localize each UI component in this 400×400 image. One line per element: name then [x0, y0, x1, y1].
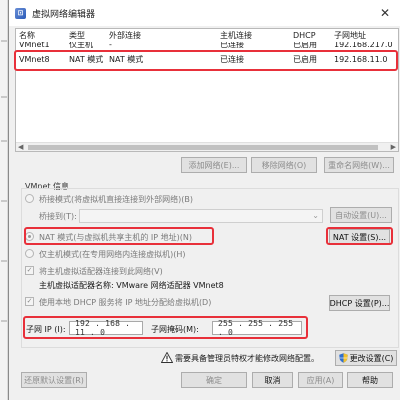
- bridged-to-select[interactable]: ⌄: [79, 209, 323, 223]
- row-external: -: [109, 42, 112, 49]
- uac-shield-icon: [338, 353, 348, 363]
- title-bar: ⊡ 虚拟网络编辑器 ✕: [9, 0, 400, 26]
- row-type: 仅主机: [69, 42, 93, 49]
- use-dhcp-checkbox[interactable]: ✓: [25, 297, 34, 306]
- column-header-type[interactable]: 类型: [69, 30, 85, 42]
- change-settings-label: 更改设置(C): [349, 353, 394, 363]
- scroll-right-icon[interactable]: ▶: [391, 143, 396, 151]
- network-table: 名称 类型 外部连接 主机连接 DHCP 子网地址 VMnet1 仅主机 - 已…: [15, 28, 399, 152]
- vmware-app-icon: ⊡: [15, 7, 26, 19]
- horizontal-scrollbar[interactable]: ◀ ▶: [16, 142, 398, 151]
- dhcp-settings-button[interactable]: DHCP 设置(P)...: [329, 295, 390, 311]
- column-header-subnet[interactable]: 子网地址: [334, 30, 366, 42]
- column-header-host[interactable]: 主机连接: [220, 30, 252, 42]
- highlight-vmnet8-row: [14, 50, 398, 71]
- change-settings-button[interactable]: 更改设置(C): [335, 350, 397, 366]
- row-name: VMnet1: [19, 42, 50, 49]
- column-header-dhcp[interactable]: DHCP: [293, 30, 316, 42]
- host-only-label: 仅主机模式(在专用网络内连接虚拟机)(H): [39, 250, 186, 259]
- table-row[interactable]: VMnet1 仅主机 - 已连接 已启用 192.168.217.0: [16, 42, 398, 50]
- scroll-left-icon[interactable]: ◀: [18, 143, 23, 151]
- column-header-name[interactable]: 名称: [19, 30, 35, 42]
- bridged-mode-label: 桥接模式(将虚拟机直接连接到外部网络)(B): [39, 195, 193, 204]
- remove-network-button[interactable]: 移除网络(O): [251, 157, 317, 173]
- host-only-radio[interactable]: [25, 249, 34, 258]
- auto-settings-button[interactable]: 自动设置(U)...: [330, 207, 392, 223]
- row-host: 已连接: [220, 42, 244, 49]
- highlight-nat-settings: [326, 227, 393, 245]
- connect-adapter-checkbox[interactable]: ✓: [25, 266, 34, 275]
- row-dhcp: 已启用: [293, 42, 317, 49]
- restore-defaults-button[interactable]: 还原默认设置(R): [21, 372, 87, 388]
- chevron-down-icon: ⌄: [312, 211, 319, 220]
- window-title: 虚拟网络编辑器: [32, 9, 96, 20]
- close-icon[interactable]: ✕: [370, 0, 400, 26]
- help-button[interactable]: 帮助: [347, 372, 393, 388]
- highlight-nat-mode: [24, 227, 214, 245]
- add-network-button[interactable]: 添加网络(E)...: [181, 157, 247, 173]
- bridged-to-label: 桥接到(T):: [39, 212, 77, 221]
- background-window-edge: [0, 0, 8, 400]
- bridged-mode-radio[interactable]: [25, 194, 34, 203]
- virtual-network-editor-dialog: ⊡ 虚拟网络编辑器 ✕ 名称 类型 外部连接 主机连接 DHCP 子网地址 VM…: [8, 0, 400, 400]
- column-header-external[interactable]: 外部连接: [109, 30, 141, 42]
- apply-button[interactable]: 应用(A): [298, 372, 343, 388]
- rename-network-button[interactable]: 重命名网络(W)...: [324, 157, 394, 173]
- highlight-subnet-fields: [23, 316, 308, 339]
- warning-icon: [161, 352, 173, 363]
- row-subnet: 192.168.217.0: [334, 42, 393, 49]
- admin-required-text: 需要具备管理员特权才能修改网络配置。: [175, 354, 319, 363]
- use-dhcp-label: 使用本地 DHCP 服务将 IP 地址分配给虚拟机(D): [39, 298, 212, 307]
- ok-button[interactable]: 确定: [181, 372, 247, 388]
- table-header: 名称 类型 外部连接 主机连接 DHCP 子网地址: [16, 29, 398, 42]
- connect-adapter-label: 将主机虚拟适配器连接到此网络(V): [39, 267, 163, 276]
- adapter-name-label: 主机虚拟适配器名称: VMware 网络适配器 VMnet8: [39, 281, 224, 290]
- cancel-button[interactable]: 取消: [252, 372, 293, 388]
- scrollbar-thumb[interactable]: [28, 145, 378, 150]
